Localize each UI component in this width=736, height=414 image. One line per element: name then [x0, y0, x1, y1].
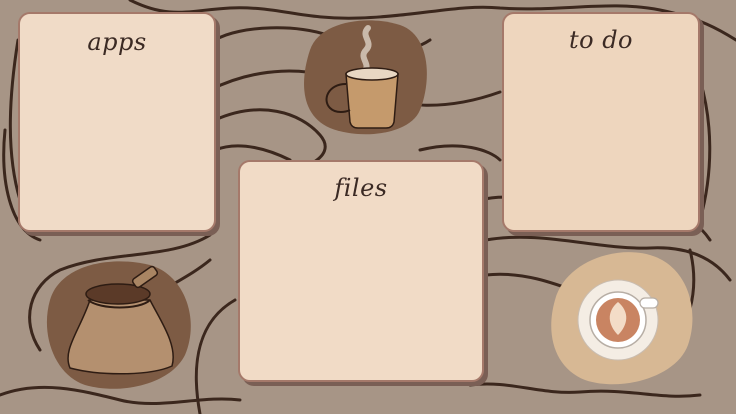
files-panel[interactable]: files [238, 160, 484, 382]
to-do-panel[interactable]: to do [502, 12, 700, 232]
apps-panel[interactable]: apps [18, 12, 216, 232]
coffee-bean-sack-icon [46, 261, 191, 389]
files-title: files [334, 174, 388, 202]
to-do-title: to do [568, 26, 634, 54]
hot-coffee-mug-icon [304, 20, 427, 135]
apps-title: apps [87, 28, 147, 56]
